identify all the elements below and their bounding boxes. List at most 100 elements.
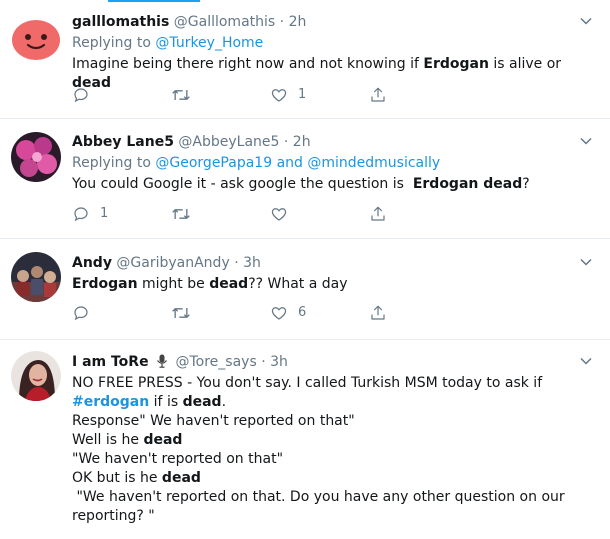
tweet-text-bold: Erdogan dead (412, 176, 523, 192)
tweet-text-bold: dead (182, 394, 222, 410)
retweet-icon (172, 308, 190, 318)
tweet-line: OK but is he dead (72, 469, 584, 488)
tweet-text-segment: ?? What a day (248, 276, 348, 292)
tweet-text-segment: You could Google it - ask google the que… (72, 176, 413, 192)
tweet-text-bold: Erdogan (423, 56, 489, 72)
like-icon (271, 89, 287, 102)
reply-count: 1 (100, 206, 109, 221)
tweet-text-segment: Well is he (72, 432, 144, 448)
tweet-text-segment: is alive or (488, 56, 562, 72)
chevron-down-icon[interactable] (580, 355, 592, 367)
like-count: 1 (298, 87, 307, 102)
display-name[interactable]: Abbey Lane5 (72, 134, 174, 150)
microphone-icon (157, 354, 167, 368)
tweet-header: Andy @GaribyanAndy · 3h (72, 254, 584, 273)
like-button[interactable]: 6 (270, 303, 306, 323)
separator-dot: · (234, 255, 239, 271)
tweet-text: NO FREE PRESS - You don't say. I called … (72, 374, 584, 526)
tweet-header: I am ToRe @Tore_says · 3h (72, 353, 584, 372)
like-icon (271, 208, 287, 221)
tweet-text: Erdogan might be dead?? What a day (72, 275, 584, 294)
tweet-text-segment: might be (137, 276, 210, 292)
display-name[interactable]: Andy (72, 255, 112, 271)
tweet-text-bold: Erdogan (72, 276, 138, 292)
chevron-down-icon[interactable] (580, 256, 592, 268)
chevron-down-icon[interactable] (580, 135, 592, 147)
separator-dot: · (261, 354, 266, 370)
replying-to: Replying to @Turkey_Home (72, 34, 584, 53)
tweet-4[interactable]: I am ToRe @Tore_says · 3h NO FREE PRESS … (0, 341, 610, 539)
user-handle[interactable]: @Tore_says (175, 354, 256, 370)
user-handle[interactable]: @GaribyanAndy (116, 255, 229, 271)
retweet-button[interactable] (171, 303, 201, 323)
reply-mention-link-2[interactable]: @mindedmusically (307, 155, 440, 171)
retweet-icon (172, 209, 190, 219)
tweet-line: NO FREE PRESS - You don't say. I called … (72, 375, 543, 391)
display-name[interactable]: I am ToRe (72, 354, 149, 370)
reply-icon (74, 306, 88, 321)
tweet-line: "We haven't reported on that. Do you hav… (72, 489, 565, 505)
tweet-header: galllomathis @Galllomathis · 2h (72, 13, 584, 32)
tweet-actions: 6 (72, 303, 392, 323)
replying-to: Replying to @GeorgePapa19 and @mindedmus… (72, 154, 584, 173)
share-icon (371, 206, 385, 221)
avatar[interactable] (11, 252, 61, 302)
tweet-text-segment: ? (522, 176, 530, 192)
avatar[interactable] (11, 132, 61, 182)
retweet-icon (172, 90, 190, 100)
share-button[interactable] (369, 85, 387, 105)
reply-icon (74, 207, 88, 222)
reply-icon (74, 88, 88, 103)
reply-button[interactable] (72, 85, 100, 105)
like-icon (271, 307, 287, 320)
timestamp[interactable]: 2h (289, 14, 307, 30)
replying-to-label: Replying to (72, 35, 151, 51)
reply-button[interactable] (72, 303, 100, 323)
tweet-text: You could Google it - ask google the que… (72, 175, 584, 194)
share-button[interactable] (369, 204, 387, 224)
like-count: 6 (298, 305, 307, 320)
share-icon (371, 305, 385, 320)
tweet-line: Well is he dead (72, 431, 584, 450)
separator-dot: · (283, 134, 289, 150)
share-button[interactable] (369, 303, 387, 323)
user-handle[interactable]: @AbbeyLane5 (178, 134, 279, 150)
tweet-3[interactable]: Andy @GaribyanAndy · 3h Erdogan might be… (0, 240, 610, 340)
tweet-text-segment: OK but is he (72, 470, 162, 486)
tweet-2[interactable]: Abbey Lane5 @AbbeyLane5 · 2h Replying to… (0, 120, 610, 239)
timestamp[interactable]: 3h (243, 255, 261, 271)
like-button[interactable]: 1 (270, 85, 306, 105)
tweet-line: #erdogan if is dead. (72, 393, 584, 412)
tweet-text-bold: dead (161, 470, 201, 486)
user-handle[interactable]: @Galllomathis (174, 14, 275, 30)
tweet-header: Abbey Lane5 @AbbeyLane5 · 2h (72, 133, 584, 152)
display-name[interactable]: galllomathis (72, 14, 169, 30)
reply-button[interactable]: 1 (72, 204, 108, 224)
retweet-button[interactable] (171, 85, 201, 105)
timestamp[interactable]: 3h (270, 354, 288, 370)
reply-mention-and: and (276, 155, 303, 171)
avatar[interactable] (11, 351, 61, 401)
tweet-text-segment: . (221, 394, 227, 410)
timestamp[interactable]: 2h (293, 134, 311, 150)
tweet-line: "We haven't reported on that" (72, 451, 284, 467)
retweet-button[interactable] (171, 204, 201, 224)
tweet-actions: 1 (72, 85, 392, 105)
separator-dot: · (279, 14, 285, 30)
tweet-text-bold: dead (143, 432, 183, 448)
hashtag-link[interactable]: #erdogan (72, 394, 149, 410)
tweet-text-segment: if is (149, 394, 183, 410)
avatar[interactable] (11, 14, 61, 64)
share-icon (371, 87, 385, 102)
tweet-1[interactable]: galllomathis @Galllomathis · 2h Replying… (0, 0, 610, 119)
tweet-actions: 1 (72, 204, 392, 224)
chevron-down-icon[interactable] (580, 15, 592, 27)
like-button[interactable] (270, 204, 298, 224)
replying-to-label: Replying to (72, 155, 151, 171)
reply-mention-link[interactable]: @GeorgePapa19 (155, 155, 272, 171)
tweet-text-segment: Imagine being there right now and not kn… (72, 56, 424, 72)
tweet-line: reporting? " (72, 508, 155, 524)
tweet-line: Response" We haven't reported on that" (72, 413, 355, 429)
reply-mention-link[interactable]: @Turkey_Home (155, 35, 263, 51)
tweet-text-bold: dead (209, 276, 249, 292)
